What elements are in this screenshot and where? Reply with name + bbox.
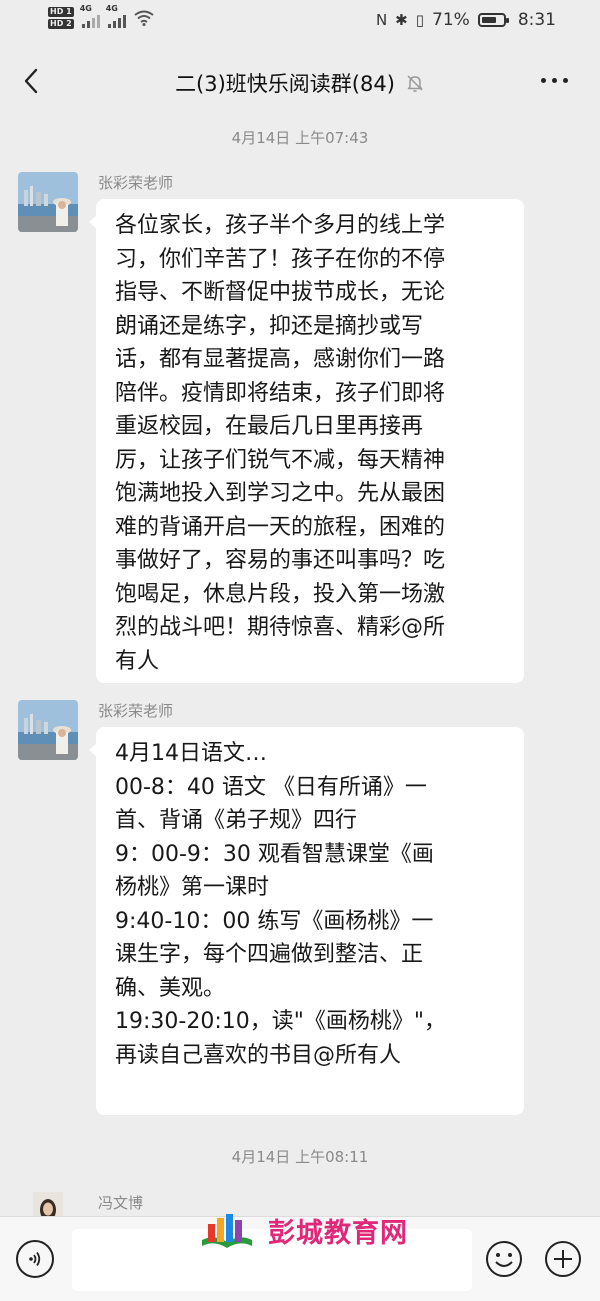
more-icon bbox=[540, 77, 546, 83]
sender-name: 张彩荣老师 bbox=[98, 174, 174, 192]
network-type-1: 4G bbox=[79, 4, 92, 13]
chat-header: 二(3)班快乐阅读群(84) bbox=[0, 50, 600, 114]
message-bubble[interactable]: 4月14日语文… 00-8：40 语文 《日有所诵》一 首、背诵《弟子规》四行 … bbox=[89, 727, 524, 1115]
network-type-2: 4G bbox=[105, 4, 118, 13]
logo-book-icon bbox=[202, 1214, 252, 1248]
status-bar: HD 1 HD 2 4G 4G N ✱ ▯ 71% 8:31 bbox=[0, 0, 600, 44]
chat-timestamp: 4月14日 上午07:43 bbox=[231, 129, 369, 147]
avatar[interactable] bbox=[18, 172, 78, 232]
watermark-text: 彭城教育网 bbox=[268, 1217, 408, 1249]
mute-bell-icon bbox=[407, 75, 423, 92]
site-watermark: 彭城教育网 bbox=[198, 1210, 408, 1250]
nfc-icon: N bbox=[375, 11, 388, 29]
signal-icon-2: 4G bbox=[106, 4, 126, 28]
avatar[interactable] bbox=[18, 700, 78, 760]
voice-icon bbox=[29, 1251, 41, 1267]
plus-icon[interactable] bbox=[544, 1240, 582, 1278]
chat-message: 张彩荣老师 各位家长，孩子半个多月的线上学 习，你们辛苦了！孩子在你的不停 指导… bbox=[18, 172, 588, 692]
chat-timestamp: 4月14日 上午08:11 bbox=[231, 1148, 369, 1166]
sender-name: 张彩荣老师 bbox=[98, 702, 174, 720]
hd1-label: HD 1 bbox=[48, 7, 74, 17]
emoji-icon[interactable] bbox=[485, 1240, 523, 1278]
sender-name: 冯文博 bbox=[98, 1194, 144, 1212]
message-bubble[interactable]: 各位家长，孩子半个多月的线上学 习，你们辛苦了！孩子在你的不停 指导、不断督促中… bbox=[89, 199, 524, 683]
page-title: 二(3)班快乐阅读群(84) bbox=[175, 72, 395, 96]
hd2-label: HD 2 bbox=[48, 19, 74, 29]
more-button[interactable] bbox=[534, 68, 574, 92]
battery-percent: 71% bbox=[432, 10, 470, 30]
clock: 8:31 bbox=[517, 10, 556, 30]
chat-message: 张彩荣老师 4月14日语文… 00-8：40 语文 《日有所诵》一 首、背诵《弟… bbox=[18, 700, 588, 1120]
wifi-icon bbox=[134, 10, 154, 26]
battery-icon bbox=[477, 13, 509, 27]
voice-button[interactable] bbox=[16, 1240, 54, 1278]
hd-indicator: HD 1 HD 2 bbox=[48, 6, 74, 30]
bluetooth-icon: ✱ bbox=[395, 11, 408, 29]
vibrate-icon: ▯ bbox=[415, 11, 425, 29]
signal-icon: 4G bbox=[80, 4, 100, 28]
